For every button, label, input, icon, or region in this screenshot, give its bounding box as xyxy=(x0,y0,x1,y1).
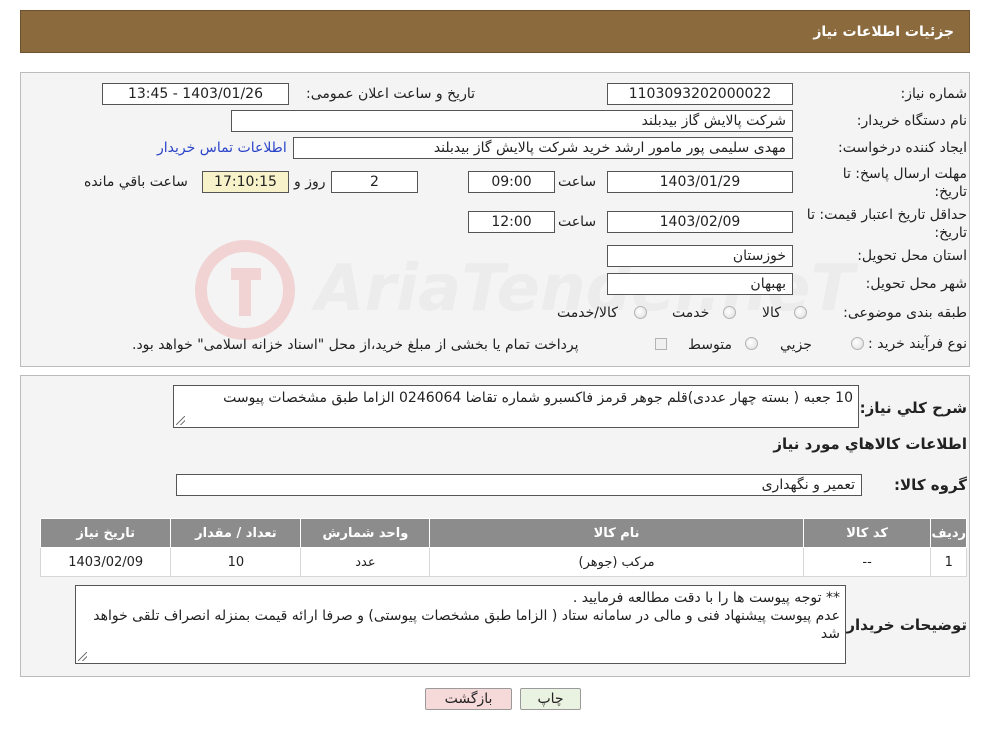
treasury-checkbox[interactable] xyxy=(655,338,667,350)
creator-label: ایجاد کننده درخواست: xyxy=(838,140,967,156)
cell-date: 1403/02/09 xyxy=(39,547,172,577)
cell-name: مرکب (جوهر) xyxy=(429,547,804,577)
validity-time-label: ساعت xyxy=(558,214,597,230)
price-validity-label-date: تاریخ: xyxy=(934,225,967,241)
category-radio-service[interactable] xyxy=(723,306,736,319)
category-option-goods-service: کالا/خدمت xyxy=(557,305,618,321)
city-field: بهبهان xyxy=(607,273,793,295)
page-title: جزئیات اطلاعات نیاز xyxy=(813,24,954,40)
deadline-label: مهلت ارسال پاسخ: تا xyxy=(842,166,967,182)
col-header-code: کد کالا xyxy=(802,518,932,548)
table-row: 1 -- مرکب (جوهر) عدد 10 1403/02/09 xyxy=(39,547,967,577)
summary-label: شرح کلي نیاز: xyxy=(859,399,967,417)
cell-quantity: 10 xyxy=(170,547,302,577)
category-label: طبقه بندی موضوعی: xyxy=(843,305,967,321)
summary-textarea: 10 جعبه ( بسته چهار عددی)قلم جوهر قرمز ف… xyxy=(173,385,859,428)
col-header-unit: واحد شمارش xyxy=(300,518,431,548)
watermark-logo-icon xyxy=(195,240,295,340)
summary-text: 10 جعبه ( بسته چهار عددی)قلم جوهر قرمز ف… xyxy=(223,390,853,406)
resize-grip-icon[interactable] xyxy=(78,652,87,661)
buyer-notes-line-1: ** توجه پیوست ها را با دقت مطالعه فرمایی… xyxy=(572,590,840,606)
back-button[interactable]: بازگشت xyxy=(425,688,512,710)
province-label: استان محل تحویل: xyxy=(857,248,967,264)
days-label: روز و xyxy=(294,174,326,190)
col-header-date: تاریخ نیاز xyxy=(39,518,172,548)
province-field: خوزستان xyxy=(607,245,793,267)
creator-field: مهدی سلیمی پور مامور ارشد خرید شرکت پالا… xyxy=(293,137,793,159)
deadline-date-field: 1403/01/29 xyxy=(607,171,793,193)
buyer-notes-line-2: عدم پیوست پیشنهاد فنی و مالی در سامانه س… xyxy=(93,608,840,642)
announce-datetime-field: 1403/01/26 - 13:45 xyxy=(102,83,289,105)
col-header-row: ردیف xyxy=(930,518,967,548)
remaining-time-label: ساعت باقي مانده xyxy=(84,174,188,190)
process-type-label: نوع فرآیند خرید : xyxy=(868,336,967,352)
remaining-days-field: 2 xyxy=(331,171,418,193)
category-option-service: خدمت xyxy=(672,305,710,321)
price-validity-label: حداقل تاریخ اعتبار قیمت: تا xyxy=(806,207,967,223)
category-radio-goods[interactable] xyxy=(794,306,807,319)
goods-group-label: گروه کالا: xyxy=(894,476,967,494)
deadline-time-label: ساعت xyxy=(558,174,597,190)
process-option-medium: متوسط xyxy=(688,337,732,353)
buyer-contact-link[interactable]: اطلاعات تماس خریدار xyxy=(157,140,287,156)
process-note: پرداخت تمام یا بخشی از مبلغ خرید،از محل … xyxy=(132,337,579,353)
remaining-time-field: 17:10:15 xyxy=(202,171,289,193)
cell-unit: عدد xyxy=(300,547,431,577)
buyer-org-label: نام دستگاه خریدار: xyxy=(856,113,967,129)
buyer-notes-label: توضیحات خریدار: xyxy=(840,616,967,634)
deadline-label-date: تاریخ: xyxy=(934,184,967,200)
cell-code: -- xyxy=(802,547,932,577)
buyer-notes-textarea: ** توجه پیوست ها را با دقت مطالعه فرمایی… xyxy=(75,585,846,664)
deadline-time-field: 09:00 xyxy=(468,171,555,193)
resize-grip-icon[interactable] xyxy=(176,416,185,425)
page-header: جزئیات اطلاعات نیاز xyxy=(20,10,970,53)
validity-time-field: 12:00 xyxy=(468,211,555,233)
col-header-quantity: تعداد / مقدار xyxy=(170,518,302,548)
goods-group-field: تعمیر و نگهداری xyxy=(176,474,862,496)
goods-table: ردیف کد کالا نام کالا واحد شمارش تعداد /… xyxy=(39,518,967,577)
validity-date-field: 1403/02/09 xyxy=(607,211,793,233)
goods-info-title: اطلاعات کالاهاي مورد نیاز xyxy=(773,435,967,453)
print-button[interactable]: چاپ xyxy=(520,688,581,710)
table-header-row: ردیف کد کالا نام کالا واحد شمارش تعداد /… xyxy=(39,518,967,548)
buyer-org-field: شرکت پالایش گاز بیدبلند xyxy=(231,110,793,132)
need-number-label: شماره نیاز: xyxy=(900,86,968,102)
cell-row-number: 1 xyxy=(930,547,967,577)
city-label: شهر محل تحویل: xyxy=(865,276,967,292)
process-radio-medium[interactable] xyxy=(745,337,758,350)
process-radio-minor[interactable] xyxy=(851,337,864,350)
category-option-goods: کالا xyxy=(762,305,781,321)
process-option-minor: جزیي xyxy=(780,337,812,353)
category-radio-goods-service[interactable] xyxy=(634,306,647,319)
announce-datetime-label: تاریخ و ساعت اعلان عمومی: xyxy=(306,86,475,102)
need-number-field: 1103093202000022 xyxy=(607,83,793,105)
col-header-name: نام کالا xyxy=(429,518,804,548)
